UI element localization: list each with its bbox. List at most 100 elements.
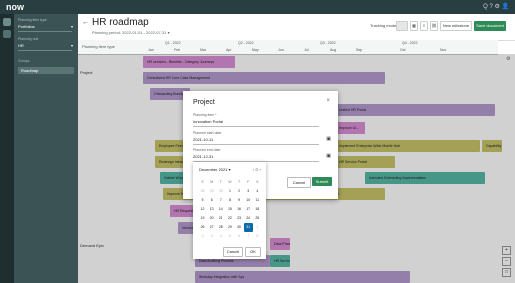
calendar-day[interactable]: 11 [253,196,262,205]
calendar-week: 26 27 28 29 30 31 1 [198,223,262,232]
planning-item-label: Planning item * [193,113,217,117]
calendar-day[interactable]: 31 [243,223,253,232]
list-icon[interactable]: ≡ [420,21,428,31]
filter-icon[interactable] [3,18,11,26]
dialog-title: Project [193,99,215,106]
calendar-day[interactable]: 28 [198,187,207,196]
calendar-day[interactable]: 25 [253,214,262,223]
page-title: HR roadmap [92,17,149,28]
calendar-icon[interactable]: ▣ [326,153,331,159]
calendar-day[interactable]: 20 [207,214,216,223]
calendar-day[interactable]: 3 [244,187,253,196]
calendar-day[interactable]: 24 [244,214,253,223]
calendar-day[interactable]: 8 [225,196,234,205]
calendar-day[interactable]: 14 [216,205,225,214]
calendar-day[interactable]: 7 [244,232,253,241]
tracking-mode-label: Tracking mode [370,23,397,28]
calendar-week: 12 13 14 15 16 17 18 [198,205,262,214]
app-logo[interactable]: now [6,2,24,12]
calendar-day[interactable]: 19 [198,214,207,223]
calendar-day[interactable]: 30 [216,187,225,196]
new-milestone-button[interactable]: New milestone [440,21,472,31]
calendar-day[interactable]: 3 [207,232,216,241]
calendar-icon[interactable]: ▣ [326,136,331,142]
calendar-day[interactable]: 5 [225,232,234,241]
calendar-day[interactable]: 16 [235,205,244,214]
calendar-week: 19 20 21 22 23 24 25 [198,214,262,223]
calendar-cancel-button[interactable]: Cancel [223,247,243,257]
tracking-mode-toggle[interactable] [396,21,408,31]
weekday-header: S [201,180,204,184]
calendar-day[interactable]: 2 [235,187,244,196]
planning-period-select[interactable]: Planning period: 2022-01-01 - 2022-07-31… [92,30,170,35]
weekday-header: F [247,180,250,184]
calendar-day[interactable]: 7 [216,196,225,205]
month-jan: Jan [148,48,154,52]
calendar-grid: S M T W T F S 28 29 30 1 2 3 4 5 6 7 8 9 10 11 12 13 14 15 16 17 18… [198,178,262,241]
calendar-day[interactable]: 23 [235,214,244,223]
month-nov: Nov [440,48,447,52]
submit-button[interactable]: Submit [312,177,332,186]
planned-end-input[interactable]: 2021-12-31 [193,154,213,159]
calendar-day[interactable]: 10 [244,196,253,205]
save-document-button[interactable]: Save document ▾ [474,21,506,36]
planning-item-type-label: Planning item type [18,18,47,22]
planning-item-input[interactable]: Innovation Portal [193,119,223,124]
calendar-day[interactable]: 17 [244,205,253,214]
calendar-day[interactable]: 9 [235,196,244,205]
calendar-day[interactable]: 1 [225,187,234,196]
calendar-day[interactable]: 30 [235,223,244,232]
calendar-day[interactable]: 21 [216,214,225,223]
group-item-roadmap[interactable]: Roadmap [18,67,74,74]
calendar-day[interactable]: 1 [253,223,262,232]
calendar-day[interactable]: 2 [198,232,207,241]
calendar-day[interactable]: 6 [235,232,244,241]
calendar-day[interactable]: 29 [207,187,216,196]
close-icon[interactable]: × [326,98,330,104]
groups-label: Groups [18,59,30,63]
calendar-day[interactable]: 4 [216,232,225,241]
weekday-header: T [237,180,241,184]
calendar-week: 28 29 30 1 2 3 4 [198,187,262,196]
column-q2: Q2 - 2022 [238,41,254,45]
planning-item-type-select[interactable]: Portfolios [18,24,35,29]
calendar-day[interactable]: 5 [198,196,207,205]
date-picker: December 2021 ▾ ‹ ⊙ › S M T W T F S 28 29 30 1 2 3 4 5… [193,162,266,259]
planning-unit-select[interactable]: HR [18,43,24,48]
row-header-title: Planning item type [82,44,115,49]
calendar-day[interactable]: 26 [198,223,207,232]
calendar-day[interactable]: 4 [253,187,262,196]
month-aug: Aug [330,48,337,52]
top-nav-icons[interactable]: Q ? ⚙ 👤 [483,3,509,10]
calendar-day[interactable]: 29 [225,223,234,232]
grid-icon[interactable]: ▦ [410,21,418,31]
month-navigation[interactable]: ‹ ⊙ › [253,167,261,172]
chevron-down-icon[interactable]: ▾ [71,24,73,29]
layers-icon[interactable] [3,30,11,38]
column-q4: Q4 - 2022 [402,41,418,45]
planned-start-input[interactable]: 2021-10-11 [193,137,213,142]
calendar-day[interactable]: 28 [216,223,225,232]
calendar-day[interactable]: 8 [253,232,262,241]
calendar-day[interactable]: 15 [225,205,234,214]
calendar-ok-button[interactable]: OK [245,247,261,257]
calendar-day[interactable]: 12 [198,205,207,214]
calendar-day[interactable]: 13 [207,205,216,214]
weekday-header: T [219,180,222,184]
filter-panel: Planning item type Portfolios ▾ Planning… [14,14,78,283]
calendar-day[interactable]: 22 [225,214,234,223]
calendar-day[interactable]: 18 [253,205,262,214]
year-select[interactable]: 2021 ▾ [219,167,231,172]
column-q1: Q1 - 2022 [165,41,181,45]
weekday-header: M [210,180,214,184]
calendar-month[interactable]: December 2021 ▾ [199,167,231,172]
chevron-down-icon[interactable]: ▾ [71,43,73,48]
calendar-day[interactable]: 27 [207,223,216,232]
cancel-button[interactable]: Cancel [287,177,311,188]
planned-end-label: Planned end date [193,148,221,152]
month-jul: Jul [304,48,309,52]
link-icon[interactable]: ⛓ [430,21,438,31]
back-arrow-icon[interactable]: ← [82,19,89,26]
left-rail [0,14,14,283]
calendar-day[interactable]: 6 [207,196,216,205]
